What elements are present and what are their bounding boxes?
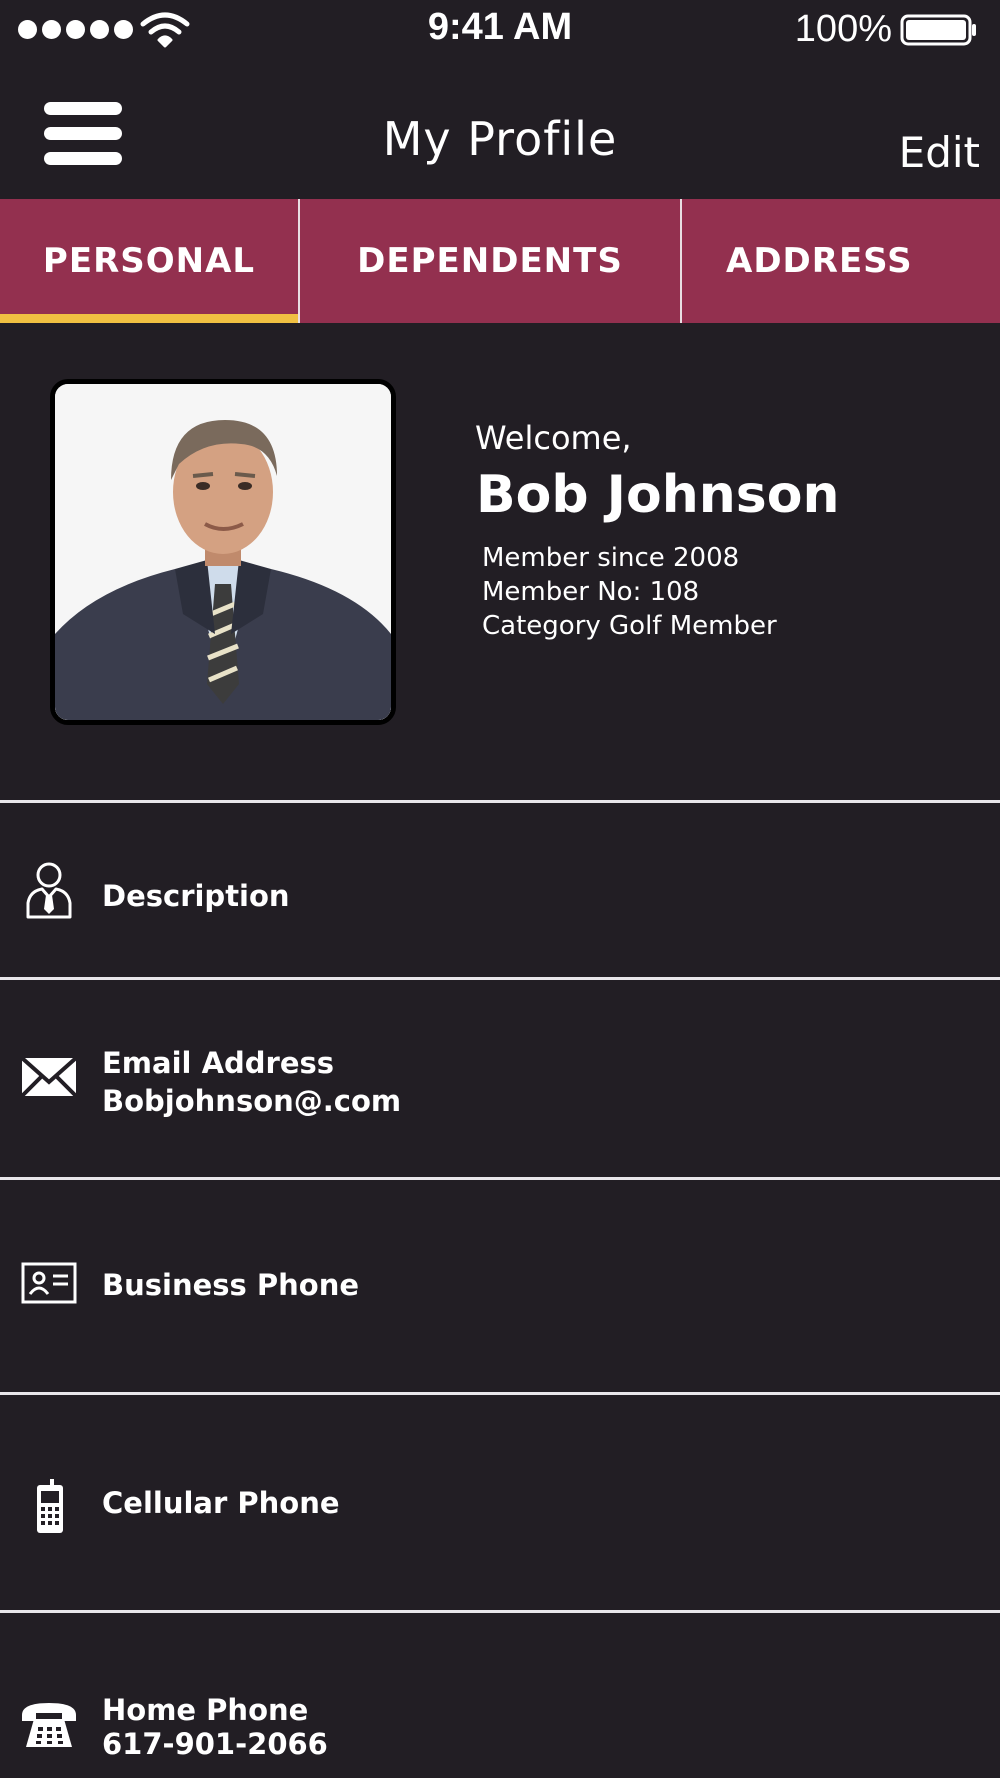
profile-header: Welcome, Bob Johnson Member since 2008 M… [0,323,1000,802]
battery-icon [900,14,976,46]
status-bar: 9:41 AM 100% [0,0,1000,60]
profile-tabs: PERSONAL DEPENDENTS ADDRESS [0,199,1000,323]
tab-address[interactable]: ADDRESS [680,199,1000,323]
id-card-icon [21,1262,77,1304]
member-number: Member No: 108 [482,577,700,607]
page-title: My Profile [382,112,618,166]
business-phone-row[interactable]: Business Phone [0,1177,1000,1392]
field-label: Home Phone [102,1693,309,1727]
nav-bar: My Profile Edit [0,60,1000,199]
envelope-icon [20,1056,78,1098]
member-since: Member since 2008 [482,543,740,573]
tab-dependents[interactable]: DEPENDENTS [298,199,680,323]
member-category: Category Golf Member [482,611,777,641]
field-label: Email Address [102,1046,335,1080]
email-value: Bobjohnson@.com [102,1084,402,1118]
welcome-text: Welcome, [475,419,632,457]
profile-photo[interactable] [50,379,396,725]
battery-percentage: 100% [794,8,892,50]
tab-personal[interactable]: PERSONAL [0,199,298,323]
cellular-phone-row[interactable]: Cellular Phone [0,1392,1000,1610]
field-label: Description [102,879,290,913]
email-row[interactable]: Email Address Bobjohnson@.com [0,977,1000,1177]
member-name: Bob Johnson [476,465,840,525]
home-phone-value: 617-901-2066 [102,1727,328,1761]
telephone-icon [22,1703,76,1747]
person-tie-icon [26,862,72,919]
edit-button[interactable]: Edit [899,128,980,177]
description-row[interactable]: Description [0,800,1000,977]
mobile-phone-icon [37,1479,63,1533]
home-phone-row[interactable]: Home Phone 617-901-2066 [0,1610,1000,1778]
profile-photo-image [55,384,391,720]
field-label: Cellular Phone [102,1486,340,1520]
profile-screen: 9:41 AM 100% My Profile Edit PERSONAL DE… [0,0,1000,1778]
member-info: Member since 2008 Member No: 108 Categor… [482,541,777,643]
field-label: Business Phone [102,1268,360,1302]
